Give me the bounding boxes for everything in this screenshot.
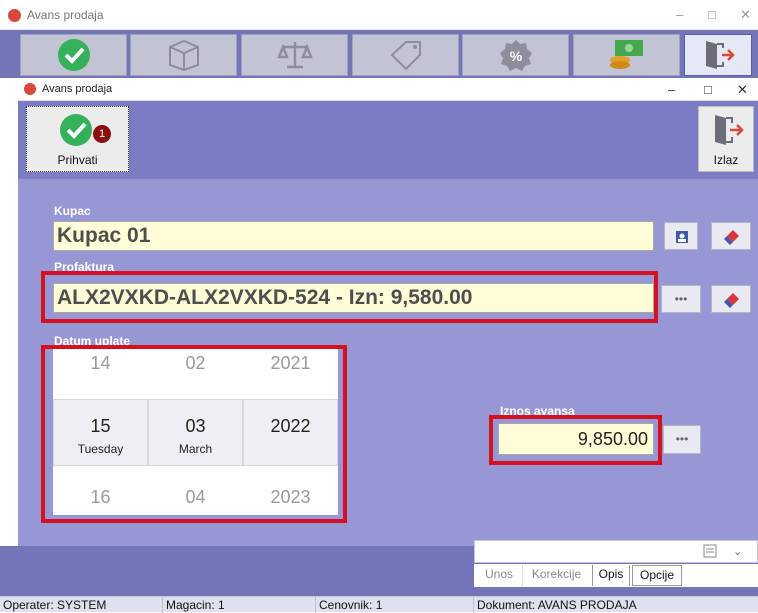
- outer-title-bar: Avans prodaja – □ ✕: [0, 0, 758, 30]
- money-coins-icon: [609, 40, 643, 69]
- status-bar: Operater: SYSTEM Magacin: 1 Cenovnik: 1 …: [0, 596, 758, 613]
- chevron-down-icon[interactable]: ⌄: [733, 545, 742, 558]
- dialog-minimize-button[interactable]: –: [668, 82, 675, 97]
- scales-icon: [276, 42, 313, 69]
- customer-clear-button[interactable]: [711, 222, 751, 250]
- svg-text:%: %: [509, 48, 522, 64]
- advance-sale-dialog: Avans prodaja – □ ✕ 1 Prihvati Izlaz Kup…: [18, 78, 758, 546]
- toolbar-discount-button[interactable]: %: [462, 34, 569, 76]
- exit-door-icon: [706, 41, 735, 69]
- main-toolbar: %: [0, 30, 758, 78]
- status-warehouse: Magacin: 1: [163, 597, 316, 613]
- amount-browse-button[interactable]: •••: [663, 425, 701, 454]
- minimize-button[interactable]: –: [676, 7, 683, 22]
- toolbar-money-button[interactable]: [573, 34, 680, 76]
- toolbar-confirm-button[interactable]: [20, 34, 127, 76]
- eraser-icon: [724, 230, 739, 245]
- checkmark-icon: [60, 114, 92, 146]
- eraser-icon: [724, 293, 739, 308]
- dialog-toolbar: 1 Prihvati Izlaz: [18, 101, 758, 179]
- exit-button[interactable]: Izlaz: [698, 106, 754, 172]
- box-icon: [168, 39, 199, 71]
- close-button[interactable]: ✕: [740, 7, 751, 23]
- outer-window-title: Avans prodaja: [27, 8, 104, 22]
- document-icon: [703, 544, 717, 558]
- toolbar-dinar-button[interactable]: [352, 34, 459, 76]
- dialog-title-bar: Avans prodaja – □ ✕: [18, 78, 758, 101]
- contact-card-icon: [676, 231, 688, 243]
- price-tag-icon: [390, 41, 421, 71]
- notification-badge: 1: [93, 125, 111, 143]
- customer-label: Kupac: [54, 204, 91, 218]
- percent-badge-icon: %: [499, 40, 532, 71]
- proforma-clear-button[interactable]: [711, 285, 751, 313]
- proforma-highlight: [41, 271, 658, 323]
- customer-lookup-button[interactable]: [664, 222, 698, 250]
- status-price-list: Cenovnik: 1: [316, 597, 474, 613]
- proforma-browse-button[interactable]: •••: [661, 285, 701, 313]
- accept-button-label: Prihvati: [57, 153, 98, 167]
- tab-unos[interactable]: Unos: [478, 565, 520, 586]
- toolbar-package-button[interactable]: [130, 34, 237, 76]
- dialog-title: Avans prodaja: [42, 83, 113, 95]
- accept-button[interactable]: 1 Prihvati: [26, 106, 129, 172]
- dialog-close-button[interactable]: ✕: [737, 82, 748, 98]
- tab-opis[interactable]: Opis: [592, 565, 630, 586]
- dialog-maximize-button[interactable]: □: [704, 82, 712, 97]
- dialog-logo-icon: [24, 83, 36, 95]
- date-highlight: [41, 345, 347, 523]
- status-operator: Operater: SYSTEM: [0, 597, 163, 613]
- tab-opcije[interactable]: Opcije: [632, 565, 682, 586]
- notes-input[interactable]: ⌄: [474, 540, 758, 563]
- toolbar-exit-button[interactable]: [684, 34, 752, 76]
- app-logo-icon: [8, 9, 21, 22]
- exit-button-label: Izlaz: [713, 153, 739, 167]
- toolbar-balance-button[interactable]: [241, 34, 348, 76]
- status-document: Dokument: AVANS PRODAJA: [477, 598, 637, 612]
- exit-door-icon: [715, 115, 744, 145]
- amount-highlight: [489, 415, 662, 465]
- customer-field[interactable]: Kupac 01: [53, 221, 654, 251]
- tab-korekcije[interactable]: Korekcije: [522, 565, 590, 586]
- checkmark-icon: [57, 39, 90, 71]
- maximize-button[interactable]: □: [708, 7, 716, 22]
